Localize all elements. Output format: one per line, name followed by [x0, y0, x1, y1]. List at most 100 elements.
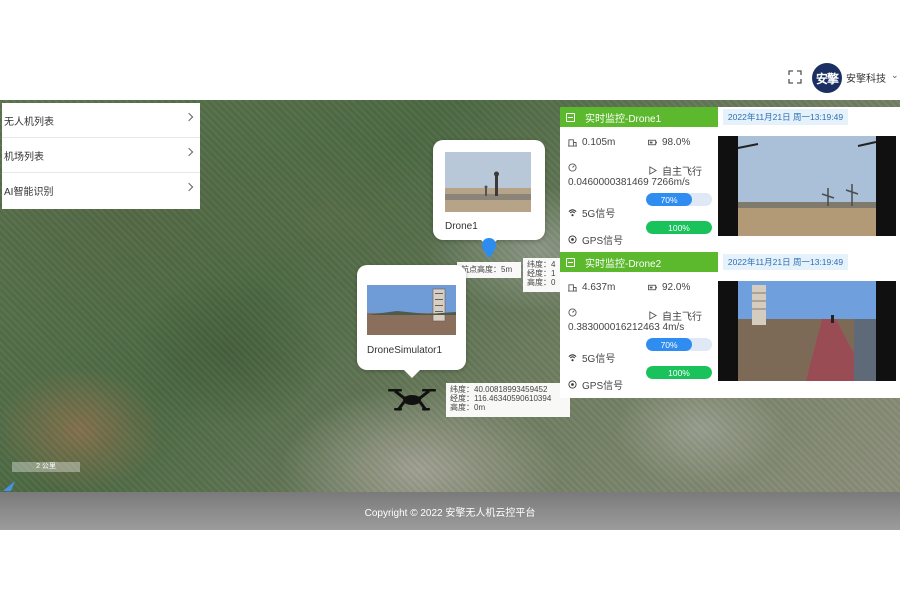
speed-readout: 0.0460000381469 7266m/s	[568, 177, 690, 188]
location-pin-icon[interactable]	[482, 238, 496, 258]
monitor-header: 实时监控-Drone1 2022年11月21日 周一13:19:49	[560, 107, 900, 127]
signal-5g-value: 70%	[660, 339, 678, 350]
waypoint-altitude-text: 航点高度：5m	[461, 265, 513, 274]
gps-value: 100%	[668, 367, 690, 378]
gps-icon	[568, 380, 577, 389]
user-name[interactable]: 安擎科技	[846, 70, 886, 85]
monitor-datetime: 2022年11月21日 周一13:19:49	[723, 254, 848, 270]
signal-5g-fill: 70%	[646, 193, 693, 206]
chevron-right-icon	[184, 182, 194, 192]
wifi-icon	[568, 209, 577, 217]
map-scale-bar: 2 公里	[12, 462, 80, 472]
signal-5g-value: 70%	[660, 194, 678, 205]
signal-5g-readout: 5G信号	[568, 205, 615, 220]
monitor-icon	[566, 112, 575, 122]
battery-value: 98.0%	[662, 137, 691, 148]
top-bar: 安擎 安擎科技 ⌄	[0, 60, 900, 100]
gps-fill: 100%	[646, 221, 712, 234]
side-menu: 无人机列表 机场列表 AI智能识别	[2, 103, 200, 209]
simulator-lng-text: 经度：116.46340590610394	[450, 394, 552, 403]
drone1-thumbnail	[445, 152, 531, 212]
battery-value: 92.0%	[662, 282, 691, 293]
gps-progress: 100%	[646, 366, 712, 379]
avatar[interactable]: 安擎	[812, 63, 842, 93]
chevron-down-icon[interactable]: ⌄	[891, 70, 899, 81]
drone1-position-info: 纬度：4 经度：1 高度：0	[523, 258, 561, 292]
drone1-popup[interactable]: Drone1	[433, 140, 545, 248]
signal-5g-progress: 70%	[646, 193, 712, 206]
signal-5g-readout: 5G信号	[568, 350, 615, 365]
gps-label: GPS信号	[582, 236, 624, 247]
building-icon	[568, 284, 577, 292]
gps-readout: GPS信号	[568, 232, 623, 247]
monitor-icon	[566, 257, 575, 267]
drone-simulator-popup[interactable]: DroneSimulator1	[357, 265, 466, 378]
menu-item-airport-list[interactable]: 机场列表	[2, 138, 200, 173]
height-value: 4.637m	[582, 282, 616, 293]
speed-value: 0.0460000381469 7266m/s	[568, 177, 690, 188]
battery-readout: 92.0%	[648, 282, 690, 293]
map-logo-icon	[3, 481, 15, 491]
chevron-right-icon	[184, 147, 194, 157]
simulator-lat-text: 纬度：40.00818993459452	[450, 385, 548, 394]
battery-readout: 98.0%	[648, 137, 690, 148]
flight-mode-value: 自主飞行	[662, 167, 702, 178]
speed-icon-row	[568, 308, 582, 317]
monitor-panel-drone2: 实时监控-Drone2 2022年11月21日 周一13:19:49 4.637…	[560, 252, 900, 398]
drone1-label: Drone1	[445, 221, 478, 232]
gps-value: 100%	[668, 222, 690, 233]
drone1-video-feed[interactable]	[718, 136, 896, 236]
monitor-title-text: 实时监控-Drone1	[585, 113, 662, 125]
menu-item-label: 机场列表	[4, 151, 44, 163]
drone-simulator-thumbnail	[367, 285, 456, 335]
drone-simulator-position-info: 纬度：40.00818993459452 经度：116.463405906103…	[446, 383, 570, 417]
battery-icon	[648, 139, 657, 146]
battery-icon	[648, 284, 657, 291]
gps-icon	[568, 235, 577, 244]
gps-label: GPS信号	[582, 381, 624, 392]
play-icon	[649, 311, 657, 320]
wifi-icon	[568, 354, 577, 362]
signal-5g-label: 5G信号	[582, 354, 616, 365]
drone-simulator-label: DroneSimulator1	[367, 345, 443, 356]
menu-item-label: 无人机列表	[4, 116, 54, 128]
height-readout: 4.637m	[568, 282, 615, 293]
drone1-waypoint-info: 航点高度：5m	[457, 262, 521, 278]
flight-mode-readout: 自主飞行	[648, 163, 702, 178]
copyright-text: Copyright © 2022 安擎无人机云控平台	[364, 507, 536, 519]
flight-mode-value: 自主飞行	[662, 312, 702, 323]
monitor-title: 实时监控-Drone2	[560, 252, 718, 272]
monitor-header: 实时监控-Drone2 2022年11月21日 周一13:19:49	[560, 252, 900, 272]
building-icon	[568, 139, 577, 147]
simulator-alt-text: 高度：0m	[450, 403, 486, 412]
speed-icon-row	[568, 163, 582, 172]
footer: Copyright © 2022 安擎无人机云控平台	[0, 492, 900, 530]
speed-readout: 0.383000016212463 4m/s	[568, 322, 684, 333]
drone1-lat-text: 纬度：4	[527, 260, 556, 269]
chevron-right-icon	[184, 112, 194, 122]
flight-mode-readout: 自主飞行	[648, 308, 702, 323]
gps-fill: 100%	[646, 366, 712, 379]
signal-5g-label: 5G信号	[582, 209, 616, 220]
play-icon	[649, 166, 657, 175]
fullscreen-icon[interactable]	[788, 70, 802, 84]
monitor-title: 实时监控-Drone1	[560, 107, 718, 127]
monitor-panel-drone1: 实时监控-Drone1 2022年11月21日 周一13:19:49 0.105…	[560, 107, 900, 254]
map-view[interactable]: 无人机列表 机场列表 AI智能识别 Drone1 航点高度：5m 纬度：4 经度…	[0, 100, 900, 492]
signal-5g-fill: 70%	[646, 338, 693, 351]
monitor-datetime: 2022年11月21日 周一13:19:49	[723, 109, 848, 125]
menu-item-label: AI智能识别	[4, 187, 54, 198]
gps-progress: 100%	[646, 221, 712, 234]
drone1-lng-text: 经度：1	[527, 269, 556, 278]
height-readout: 0.105m	[568, 137, 615, 148]
speedometer-icon	[568, 163, 577, 172]
monitor-title-text: 实时监控-Drone2	[585, 258, 662, 270]
app-root: 安擎 安擎科技 ⌄ 无人机列表 机场列表 AI智能识别 Drone1 航点高度：…	[0, 60, 900, 530]
signal-5g-progress: 70%	[646, 338, 712, 351]
menu-item-ai-recognition[interactable]: AI智能识别	[2, 173, 200, 208]
drone2-video-feed[interactable]	[718, 281, 896, 381]
menu-item-drone-list[interactable]: 无人机列表	[2, 103, 200, 138]
speedometer-icon	[568, 308, 577, 317]
drone-icon[interactable]	[386, 386, 438, 412]
gps-readout: GPS信号	[568, 377, 623, 392]
